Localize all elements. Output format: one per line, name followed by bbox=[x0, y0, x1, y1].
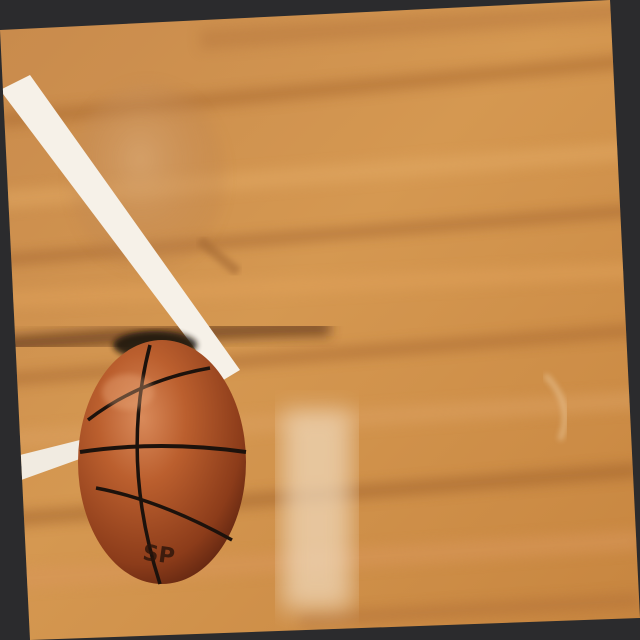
photo-svg: SP bbox=[0, 0, 640, 640]
floor-reflection bbox=[282, 410, 352, 610]
basketball: SP bbox=[78, 340, 247, 585]
basketball-photo: SP bbox=[0, 0, 640, 640]
court-photo-area: SP bbox=[0, 0, 640, 640]
ball-brand-text: SP bbox=[141, 541, 176, 570]
image-frame: SP bbox=[0, 0, 640, 640]
ball-highlight bbox=[102, 374, 154, 410]
